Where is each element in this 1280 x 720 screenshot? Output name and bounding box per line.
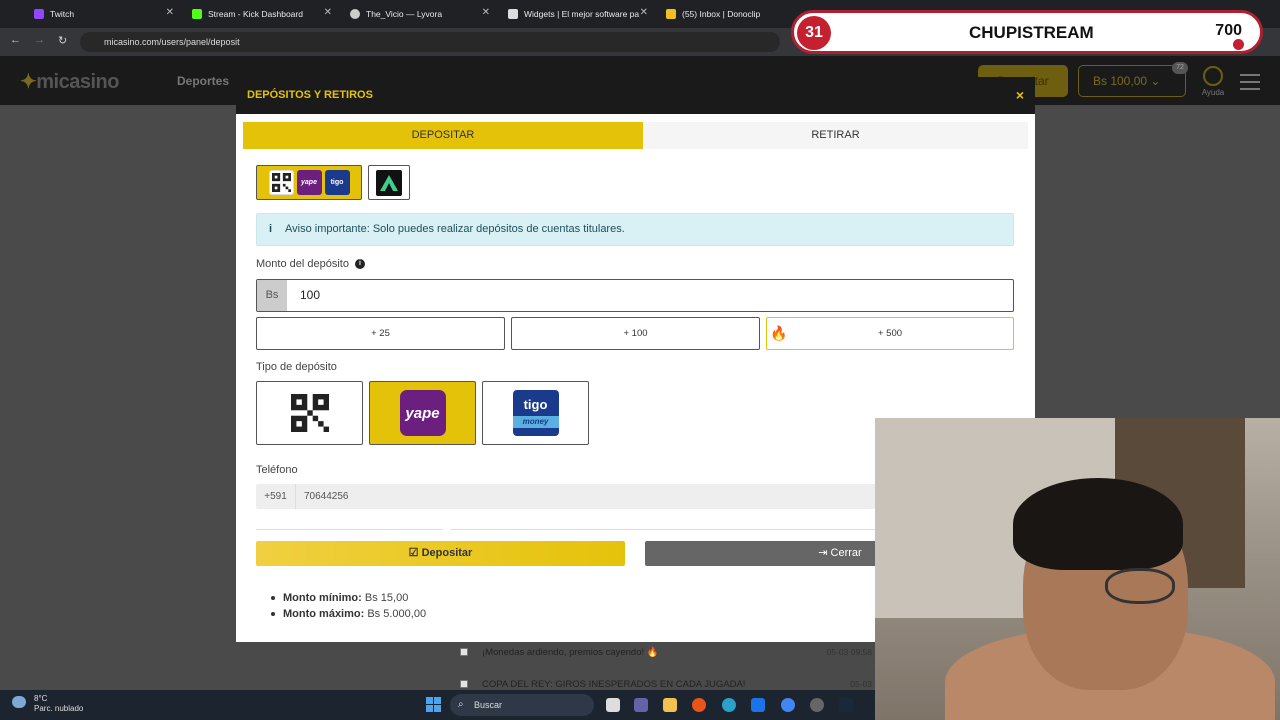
info-icon[interactable]: i bbox=[354, 259, 365, 270]
yape-logo-icon: yape bbox=[399, 390, 446, 436]
amount-value[interactable]: 100 bbox=[300, 280, 320, 311]
stream-overlay: 31 CHUPISTREAM 700 bbox=[791, 10, 1263, 54]
steam-icon[interactable] bbox=[839, 698, 853, 712]
method-alt-button[interactable] bbox=[368, 165, 410, 200]
deposit-limits: Monto mínimo: Bs 15,00 Monto máximo: Bs … bbox=[270, 590, 426, 622]
headset-icon bbox=[1203, 66, 1223, 86]
close-icon[interactable]: × bbox=[1016, 87, 1024, 103]
webcam-person-glasses bbox=[1105, 568, 1175, 604]
overlay-name: CHUPISTREAM bbox=[969, 23, 1094, 42]
menu-icon[interactable] bbox=[1240, 74, 1260, 95]
tab-twitch[interactable]: Twitch ✕ bbox=[26, 3, 180, 25]
info-icon: i bbox=[269, 223, 273, 235]
min-amount: Monto mínimo: Bs 15,00 bbox=[270, 590, 426, 606]
tab-withdraw[interactable]: RETIRAR bbox=[643, 122, 1028, 149]
max-amount: Monto máximo: Bs 5.000,00 bbox=[270, 606, 426, 622]
teams-icon[interactable] bbox=[634, 698, 648, 712]
donoclip-icon bbox=[666, 9, 676, 19]
task-view-icon[interactable] bbox=[606, 698, 620, 712]
site-logo[interactable]: ✦micasino bbox=[20, 69, 119, 94]
quick-add-500-button[interactable]: 🔥 + 500 bbox=[766, 317, 1014, 350]
phone-prefix: +591 bbox=[256, 484, 296, 509]
edge-icon[interactable] bbox=[722, 698, 736, 712]
quick-add-25-button[interactable]: + 25 bbox=[256, 317, 505, 350]
deposit-type-label: Tipo de depósito bbox=[256, 361, 337, 373]
live-dot-icon bbox=[1233, 39, 1244, 50]
currency-addon: Bs bbox=[257, 280, 287, 311]
widgets-icon bbox=[508, 9, 518, 19]
checkbox[interactable] bbox=[460, 648, 468, 656]
phone-number[interactable]: 70644256 bbox=[304, 484, 349, 509]
quick-add-100-button[interactable]: + 100 bbox=[511, 317, 760, 350]
help-button[interactable]: Ayuda bbox=[1196, 66, 1230, 97]
modal-header: DEPÓSITOS Y RETIROS × bbox=[236, 77, 1035, 114]
tigo-money-logo-icon: tigo money bbox=[512, 390, 559, 436]
tab-kick[interactable]: Stream - Kick Dashboard ✕ bbox=[184, 3, 338, 25]
taskbar-search[interactable]: ⌕ Buscar bbox=[450, 694, 594, 716]
close-icon[interactable]: ✕ bbox=[324, 7, 332, 18]
amount-input[interactable]: Bs 100 bbox=[256, 279, 1014, 312]
deposit-type-tigo[interactable]: tigo money bbox=[482, 381, 589, 445]
firefox-icon[interactable] bbox=[692, 698, 706, 712]
close-icon[interactable]: ✕ bbox=[482, 7, 490, 18]
method-qr-yape-tigo[interactable]: yape tigo bbox=[256, 165, 362, 200]
back-icon[interactable]: ← bbox=[10, 34, 21, 46]
reload-icon[interactable]: ↻ bbox=[58, 34, 67, 47]
tab-donoclip[interactable]: (55) Inbox | Donoclip bbox=[658, 3, 788, 25]
modal-tabs: DEPOSITAR RETIRAR bbox=[243, 122, 1028, 149]
close-icon[interactable]: ✕ bbox=[640, 7, 648, 18]
notification-badge: 72 bbox=[1172, 62, 1188, 74]
overlay-number: 31 bbox=[797, 16, 831, 50]
phone-label: Teléfono bbox=[256, 464, 298, 476]
deposit-submit-button[interactable]: ☑ Depositar bbox=[256, 541, 625, 566]
kick-icon bbox=[192, 9, 202, 19]
url-field[interactable]: micasino.com/users/panel/deposit bbox=[80, 32, 780, 52]
search-icon: ⌕ bbox=[458, 699, 464, 710]
checkbox[interactable] bbox=[460, 680, 468, 688]
file-explorer-icon[interactable] bbox=[663, 698, 677, 712]
tab-deposit[interactable]: DEPOSITAR bbox=[243, 122, 643, 149]
tigo-logo-icon: tigo bbox=[324, 170, 350, 195]
list-item[interactable]: ¡Monedas ardiendo, premios cayendo! 🔥 05-… bbox=[460, 644, 880, 660]
qr-icon bbox=[268, 170, 294, 195]
obs-icon[interactable] bbox=[810, 698, 824, 712]
globe-icon bbox=[350, 9, 360, 19]
nav-deportes[interactable]: Deportes bbox=[177, 74, 229, 88]
chevron-down-icon: ⌄ bbox=[1150, 74, 1161, 88]
weather-widget[interactable]: 8°C Parc. nublado bbox=[12, 694, 83, 714]
deposit-type-yape[interactable]: yape bbox=[369, 381, 476, 445]
webcam-person-hair bbox=[1013, 478, 1183, 570]
check-square-icon: ☑ bbox=[408, 547, 419, 559]
deposit-type-qr[interactable] bbox=[256, 381, 363, 445]
mail-icon[interactable] bbox=[751, 698, 765, 712]
close-icon[interactable]: ✕ bbox=[166, 7, 174, 18]
tab-lyvora[interactable]: The_Vicio — Lyvora ✕ bbox=[342, 3, 496, 25]
overlay-count: 700 bbox=[1215, 22, 1242, 39]
chrome-icon[interactable] bbox=[781, 698, 795, 712]
cloud-icon bbox=[12, 696, 26, 708]
balance-dropdown[interactable]: Bs 100,00 ⌄ bbox=[1078, 65, 1186, 97]
yape-logo-icon: yape bbox=[296, 170, 322, 195]
tab-widgets[interactable]: Widgets | El mejor software pa ✕ bbox=[500, 3, 654, 25]
sign-out-icon: ⇥ bbox=[818, 547, 828, 559]
webcam-feed bbox=[875, 418, 1280, 720]
logo-star-icon: ✦ bbox=[20, 71, 37, 93]
modal-title: DEPÓSITOS Y RETIROS bbox=[247, 89, 373, 101]
windows-start-icon[interactable] bbox=[426, 697, 441, 712]
fire-icon: 🔥 bbox=[770, 325, 788, 341]
alt-logo-icon bbox=[376, 169, 402, 196]
qr-icon bbox=[290, 394, 329, 432]
forward-icon[interactable]: → bbox=[34, 34, 45, 46]
important-notice: i Aviso importante: Solo puedes realizar … bbox=[256, 213, 1014, 246]
twitch-icon bbox=[34, 9, 44, 19]
amount-label: Monto del depósito i bbox=[256, 258, 365, 270]
